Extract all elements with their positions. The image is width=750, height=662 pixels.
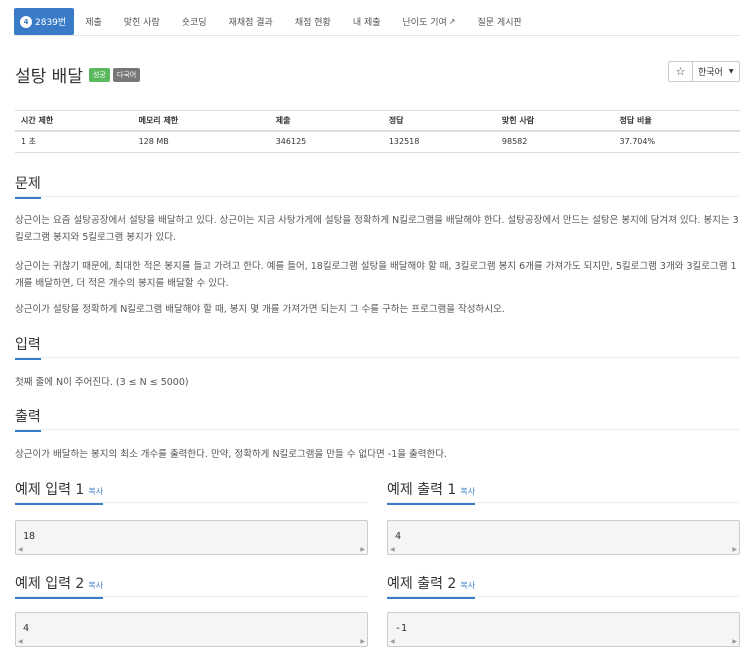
sample-output-2-divider [387,596,740,597]
page-title: 설탕 배달 [15,67,83,87]
nav-divider [14,35,740,36]
sample-output-1-text: 4 [395,531,402,542]
table-row: 1 초 128 MB 346125 132518 98582 37.704% [15,130,740,153]
tab-short-coding[interactable]: 숏코딩 [171,8,218,35]
problem-title-row: 설탕 배달 성공 다국어 [15,62,143,87]
tab-rejudge[interactable]: 재채점 결과 [218,8,284,35]
language-label: 한국어 [698,68,723,78]
problem-nav-tabs: 4 2839번 제출 맞힌 사람 숏코딩 재채점 결과 채점 현황 내 제출 난… [14,8,533,35]
tab-status[interactable]: 채점 현황 [284,8,342,35]
horizontal-scrollbar[interactable]: ◀ ▶ [388,545,739,554]
section-input-divider [15,357,740,358]
sample-input-1-title: 예제 입력 1 [15,482,85,498]
scroll-right-icon[interactable]: ▶ [732,638,737,645]
copy-button[interactable]: 복사 [460,487,475,496]
external-link-icon: ↗ [448,17,456,26]
scroll-right-icon[interactable]: ▶ [732,546,737,553]
sample-output-2-title: 예제 출력 2 [387,576,457,592]
status-badge-success: 성공 [88,67,110,82]
header-time-limit: 시간 제한 [15,110,133,132]
language-dropdown[interactable]: 한국어 ▼ [693,62,739,81]
scroll-right-icon[interactable]: ▶ [360,546,365,553]
sample-output-1-title: 예제 출력 1 [387,482,457,498]
star-button[interactable]: ☆ [669,62,693,81]
scroll-right-icon[interactable]: ▶ [360,638,365,645]
sample-input-1-box: 18 ◀ ▶ [15,520,368,555]
scroll-left-icon[interactable]: ◀ [18,638,23,645]
copy-button[interactable]: 복사 [460,581,475,590]
copy-button[interactable]: 복사 [88,487,103,496]
sample-output-2-text: -1 [395,623,408,634]
output-description: 상근이가 배달하는 봉지의 최소 개수를 출력한다. 만약, 정확하게 N킬로그… [15,449,447,460]
status-badge-language: 다국어 [112,67,141,82]
header-accepted: 정답 [382,110,496,132]
header-submissions: 제출 [269,110,383,132]
tab-solvers[interactable]: 맞힌 사람 [113,8,171,35]
tab-my-submissions[interactable]: 내 제출 [342,8,392,35]
value-submissions: 346125 [269,130,383,153]
tab-difficulty-label: 난이도 기여 [402,18,447,28]
sample-input-2-box: 4 ◀ ▶ [15,612,368,647]
tab-submit[interactable]: 제출 [74,8,113,35]
problem-description-1: 상근이는 요즘 설탕공장에서 설탕을 배달하고 있다. 상근이는 지금 사탕가게… [15,215,739,243]
tab-problem-label: 2839번 [35,18,67,28]
horizontal-scrollbar[interactable]: ◀ ▶ [388,637,739,646]
caret-down-icon: ▼ [728,68,734,75]
section-problem-divider [15,196,740,197]
tab-problem[interactable]: 4 2839번 [14,8,75,35]
horizontal-scrollbar[interactable]: ◀ ▶ [16,545,367,554]
scroll-left-icon[interactable]: ◀ [390,546,395,553]
horizontal-scrollbar[interactable]: ◀ ▶ [16,637,367,646]
sample-output-2-box: -1 ◀ ▶ [387,612,740,647]
input-description: 첫째 줄에 N이 주어진다. (3 ≤ N ≤ 5000) [15,377,189,388]
value-accepted: 132518 [382,130,496,153]
header-solvers: 맞힌 사람 [495,110,614,132]
sample-input-2-divider [15,596,368,597]
problem-info-table: 시간 제한 메모리 제한 제출 정답 맞힌 사람 정답 비율 1 초 128 M… [15,110,740,153]
value-time-limit: 1 초 [15,130,133,153]
sample-output-1-box: 4 ◀ ▶ [387,520,740,555]
title-tools: ☆ 한국어 ▼ [668,61,741,82]
sample-input-1-text: 18 [23,531,36,542]
star-icon: ☆ [675,65,686,78]
value-ratio: 37.704% [613,130,740,153]
scroll-left-icon[interactable]: ◀ [18,546,23,553]
problem-description-2: 상근이는 귀찮기 때문에, 최대한 적은 봉지를 들고 가려고 한다. 예를 들… [15,261,737,289]
sample-input-2-title: 예제 입력 2 [15,576,85,592]
section-output-divider [15,429,740,430]
value-memory-limit: 128 MB [132,130,270,153]
problem-description-3: 상근이가 설탕을 정확하게 N킬로그램 배달해야 할 때, 봉지 몇 개를 가져… [15,304,505,315]
scroll-left-icon[interactable]: ◀ [390,638,395,645]
header-ratio: 정답 비율 [613,110,740,132]
sample-output-1-divider [387,502,740,503]
table-header-row: 시간 제한 메모리 제한 제출 정답 맞힌 사람 정답 비율 [15,110,740,132]
header-memory-limit: 메모리 제한 [132,110,270,132]
tier-badge: 4 [20,15,32,28]
value-solvers: 98582 [495,130,614,153]
tab-qna[interactable]: 질문 게시판 [467,8,533,35]
copy-button[interactable]: 복사 [88,581,103,590]
tab-difficulty[interactable]: 난이도 기여 ↗ [392,8,467,35]
sample-input-2-text: 4 [23,623,30,634]
sample-input-1-divider [15,502,368,503]
